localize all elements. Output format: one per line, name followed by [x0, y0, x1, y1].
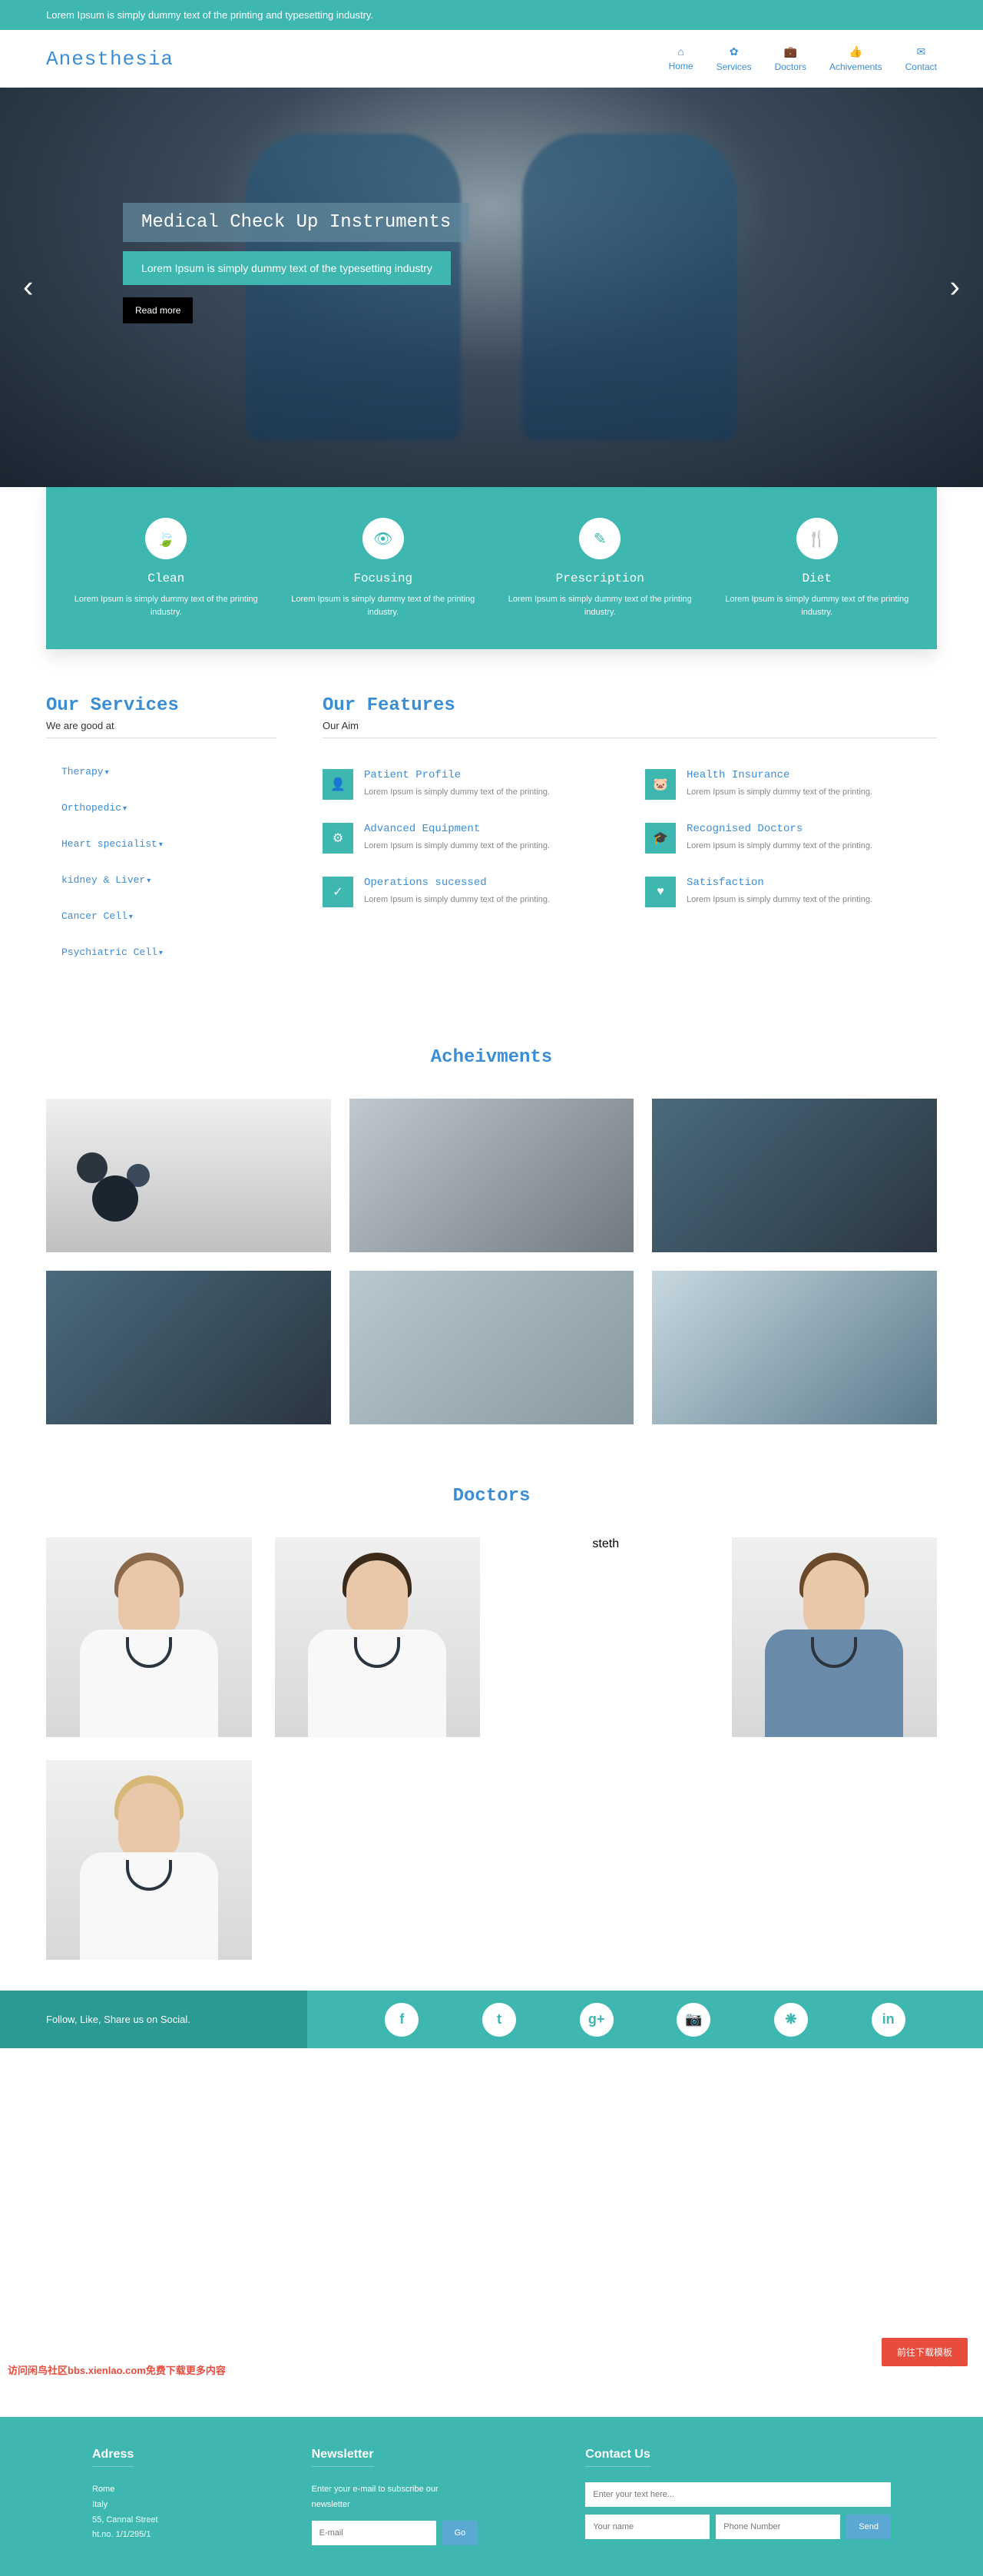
- envelope-icon: ✉: [905, 45, 937, 58]
- graduation-icon: 🎓: [645, 823, 676, 854]
- nav-home[interactable]: ⌂Home: [669, 45, 693, 72]
- achievement-image-1[interactable]: [46, 1099, 331, 1252]
- icon-card-focusing: 👁 Focusing Lorem Ipsum is simply dummy t…: [286, 518, 481, 618]
- heart-icon: ♥: [645, 877, 676, 907]
- cutlery-icon: 🍴: [796, 518, 838, 559]
- doctors-grid: steth: [46, 1537, 937, 1960]
- achievements-title: Acheivments: [46, 1047, 937, 1068]
- nav-services[interactable]: ✿Services: [717, 45, 752, 72]
- achievement-image-2[interactable]: [349, 1099, 634, 1252]
- social-bar: Follow, Like, Share us on Social. f t g+…: [0, 1991, 983, 2048]
- services-features-section: Our Services We are good at Therapy Orth…: [0, 649, 983, 1016]
- features-subtitle: Our Aim: [323, 720, 937, 738]
- services-title: Our Services: [46, 695, 276, 716]
- social-icons: f t g+ 📷 ❋ in: [307, 2003, 983, 2037]
- feature-health-insurance: 🐷 Health InsuranceLorem Ipsum is simply …: [645, 769, 937, 800]
- footer-newsletter: Newsletter Enter your e-mail to subscrib…: [312, 2448, 478, 2545]
- logo[interactable]: Anesthesia: [46, 48, 174, 71]
- service-therapy[interactable]: Therapy: [46, 754, 276, 790]
- features-title: Our Features: [323, 695, 937, 716]
- achievements-section: Acheivments: [0, 1016, 983, 1455]
- contact-name-input[interactable]: [585, 2515, 710, 2539]
- achievements-grid: [46, 1099, 937, 1424]
- footer-contact: Contact Us Send: [585, 2448, 891, 2545]
- google-plus-icon[interactable]: g+: [580, 2003, 614, 2037]
- icon-card-clean: 🍃 Clean Lorem Ipsum is simply dummy text…: [69, 518, 263, 618]
- features-grid: 👤 Patient ProfileLorem Ipsum is simply d…: [323, 769, 937, 907]
- achievement-image-3[interactable]: [652, 1099, 937, 1252]
- nav-doctors[interactable]: 💼Doctors: [775, 45, 806, 72]
- newsletter-go-button[interactable]: Go: [442, 2521, 478, 2545]
- spacer: ︿: [0, 2048, 983, 2417]
- doctors-section: Doctors steth: [0, 1455, 983, 1991]
- dribbble-icon[interactable]: ❋: [774, 2003, 808, 2037]
- footer: Adress Rome Italy 55, Cannal Street ht.n…: [0, 2417, 983, 2576]
- topbar-text: Lorem Ipsum is simply dummy text of the …: [46, 9, 373, 21]
- social-text: Follow, Like, Share us on Social.: [0, 1991, 307, 2048]
- nav-achievements[interactable]: 👍Achivements: [829, 45, 882, 72]
- user-icon: 👤: [323, 769, 353, 800]
- pencil-icon: ✎: [579, 518, 621, 559]
- services-subtitle: We are good at: [46, 720, 276, 738]
- watermark-text: 访问闲鸟社区bbs.xienlao.com免费下载更多内容: [8, 2362, 226, 2377]
- achievement-image-5[interactable]: [349, 1271, 634, 1424]
- service-psychiatric[interactable]: Psychiatric Cell: [46, 934, 276, 970]
- service-orthopedic[interactable]: Orthopedic: [46, 790, 276, 826]
- thumbs-up-icon: 👍: [829, 45, 882, 58]
- doctor-image-2[interactable]: [275, 1537, 481, 1737]
- service-heart[interactable]: Heart specialist: [46, 826, 276, 862]
- contact-send-button[interactable]: Send: [846, 2515, 891, 2539]
- main-nav: ⌂Home ✿Services 💼Doctors 👍Achivements ✉C…: [669, 45, 937, 72]
- home-icon: ⌂: [669, 45, 693, 58]
- services-column: Our Services We are good at Therapy Orth…: [46, 695, 276, 970]
- feature-operations-success: ✓ Operations sucessedLorem Ipsum is simp…: [323, 877, 614, 907]
- service-cancer[interactable]: Cancer Cell: [46, 898, 276, 934]
- newsletter-email-input[interactable]: [312, 2521, 436, 2545]
- nav-contact[interactable]: ✉Contact: [905, 45, 937, 72]
- hero-slider: ‹ › Medical Check Up Instruments Lorem I…: [0, 88, 983, 487]
- doctor-image-4[interactable]: [46, 1760, 252, 1960]
- achievement-image-6[interactable]: [652, 1271, 937, 1424]
- briefcase-icon: 💼: [775, 45, 806, 58]
- doctor-image-1[interactable]: [46, 1537, 252, 1737]
- contact-phone-input[interactable]: [716, 2515, 840, 2539]
- hero-content: Medical Check Up Instruments Lorem Ipsum…: [123, 203, 469, 323]
- icon-cards-section: 🍃 Clean Lorem Ipsum is simply dummy text…: [46, 487, 937, 649]
- twitter-icon[interactable]: t: [482, 2003, 516, 2037]
- feature-satisfaction: ♥ SatisfactionLorem Ipsum is simply dumm…: [645, 877, 937, 907]
- achievement-image-4[interactable]: [46, 1271, 331, 1424]
- feature-patient-profile: 👤 Patient ProfileLorem Ipsum is simply d…: [323, 769, 614, 800]
- hero-title: Medical Check Up Instruments: [123, 203, 469, 242]
- hero-prev-button[interactable]: ‹: [23, 270, 33, 305]
- piggy-icon: 🐷: [645, 769, 676, 800]
- linkedin-icon[interactable]: in: [872, 2003, 905, 2037]
- gear-icon: ✿: [717, 45, 752, 58]
- read-more-button[interactable]: Read more: [123, 297, 193, 323]
- hero-subtitle: Lorem Ipsum is simply dummy text of the …: [123, 251, 451, 285]
- cog-icon: ⚙: [323, 823, 353, 854]
- doctors-title: Doctors: [46, 1486, 937, 1507]
- footer-address: Adress Rome Italy 55, Cannal Street ht.n…: [92, 2448, 204, 2545]
- eye-icon: 👁: [362, 518, 404, 559]
- check-icon: ✓: [323, 877, 353, 907]
- topbar: Lorem Ipsum is simply dummy text of the …: [0, 0, 983, 30]
- contact-text-input[interactable]: [585, 2482, 891, 2507]
- icon-card-prescription: ✎ Prescription Lorem Ipsum is simply dum…: [503, 518, 697, 618]
- feature-advanced-equipment: ⚙ Advanced EquipmentLorem Ipsum is simpl…: [323, 823, 614, 854]
- download-template-button[interactable]: 前往下载模板: [882, 2338, 968, 2366]
- facebook-icon[interactable]: f: [385, 2003, 419, 2037]
- features-column: Our Features Our Aim 👤 Patient ProfileLo…: [323, 695, 937, 970]
- header: Anesthesia ⌂Home ✿Services 💼Doctors 👍Ach…: [0, 30, 983, 88]
- leaf-icon: 🍃: [145, 518, 187, 559]
- icon-card-diet: 🍴 Diet Lorem Ipsum is simply dummy text …: [720, 518, 915, 618]
- doctor-image-3[interactable]: [732, 1537, 938, 1737]
- address-text: Rome Italy 55, Cannal Street ht.no. 1/1/…: [92, 2482, 204, 2543]
- service-kidney-liver[interactable]: kidney & Liver: [46, 862, 276, 898]
- hero-next-button[interactable]: ›: [950, 270, 960, 305]
- instagram-icon[interactable]: 📷: [677, 2003, 710, 2037]
- feature-recognised-doctors: 🎓 Recognised DoctorsLorem Ipsum is simpl…: [645, 823, 937, 854]
